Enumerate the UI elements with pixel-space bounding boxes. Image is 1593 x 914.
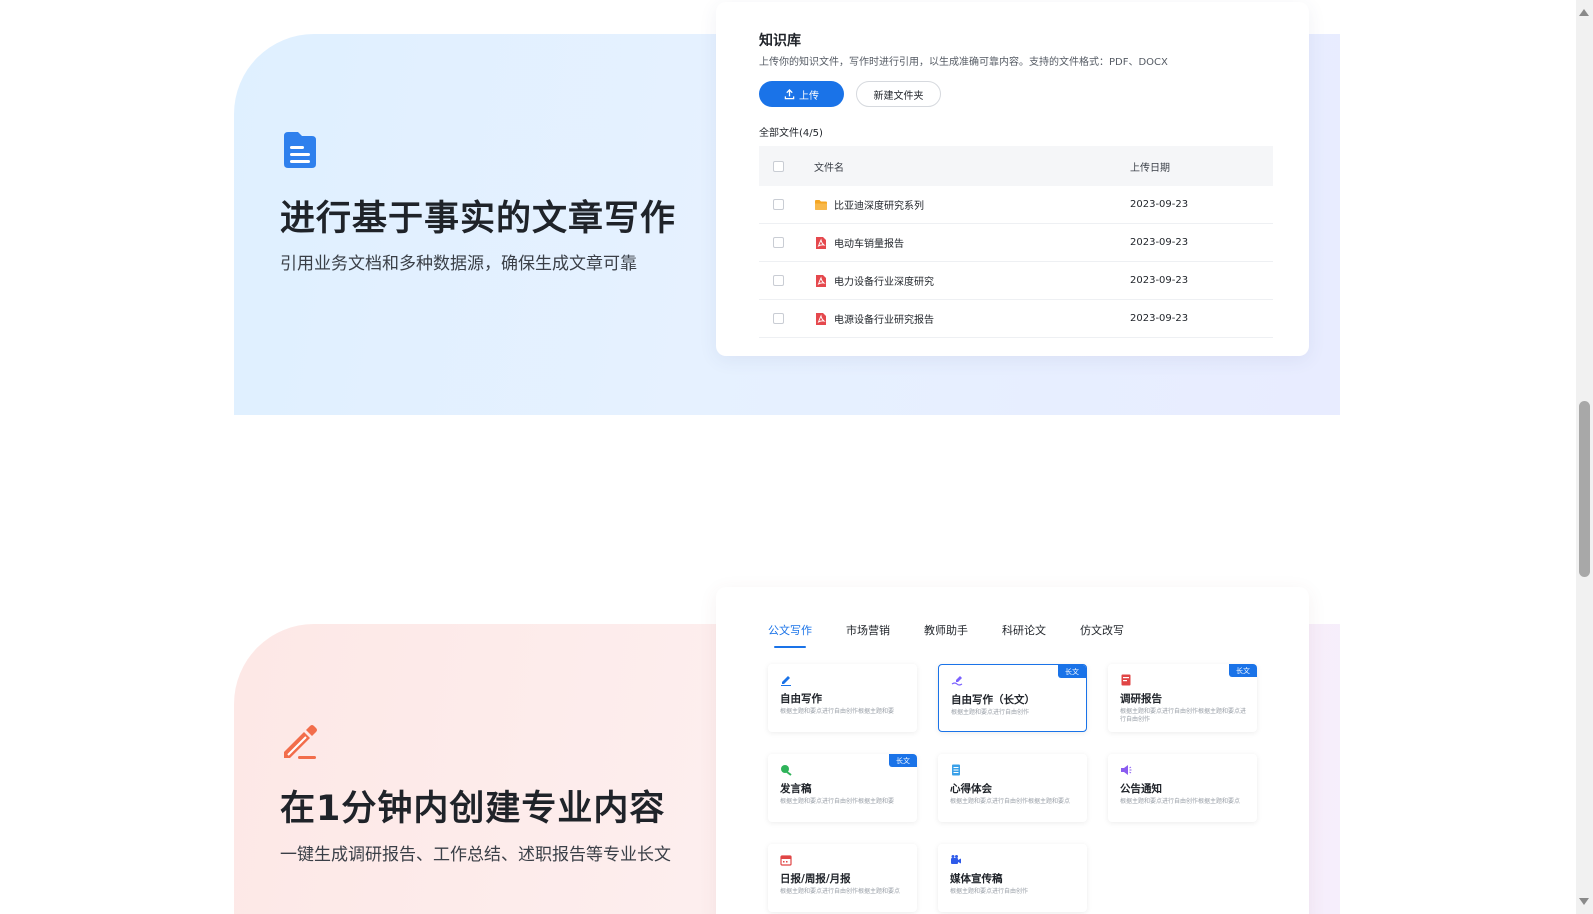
- notes-icon: [952, 764, 960, 776]
- upload-date: 2023-09-23: [1130, 199, 1189, 210]
- row-checkbox[interactable]: [773, 199, 784, 210]
- writing-templates-panel: 公文写作 市场营销 教师助手 科研论文 仿文改写 自由写作 根据主题和要点进行自…: [716, 587, 1309, 914]
- template-card-reflections[interactable]: 心得体会 根据主题和要点进行自由创作根据主题和要点: [938, 754, 1087, 822]
- template-name: 媒体宣传稿: [950, 873, 1003, 885]
- upload-date: 2023-09-23: [1130, 313, 1189, 324]
- pen-icon: [781, 676, 791, 686]
- tab-marketing[interactable]: 市场营销: [846, 622, 890, 648]
- template-card-research-report[interactable]: 调研报告 根据主题和要点进行自由创作根据主题和要点进行自由创作 长文: [1108, 664, 1257, 732]
- pdf-icon: [816, 312, 826, 325]
- template-description: 根据主题和要点进行自由创作根据主题和要点: [1120, 798, 1241, 805]
- folder-icon: [815, 199, 827, 210]
- table-row[interactable]: 电力设备行业深度研究 2023-09-23: [759, 262, 1273, 300]
- column-header-name: 文件名: [814, 162, 844, 174]
- tab-teacher-assistant[interactable]: 教师助手: [924, 622, 968, 648]
- fact-writing-title: 进行基于事实的文章写作: [280, 199, 677, 239]
- file-table: 文件名 上传日期 比亚迪深度研究系列 2023-09-23 电动车销量报告 20…: [759, 146, 1273, 338]
- pro-content-subtitle: 一键生成调研报告、工作总结、述职报告等专业长文: [280, 845, 671, 865]
- template-name: 调研报告: [1120, 693, 1162, 705]
- scrollbar-thumb[interactable]: [1579, 401, 1590, 577]
- vertical-scrollbar[interactable]: [1576, 0, 1593, 914]
- template-description: 根据主题和要点进行自由创作根据主题和要: [780, 798, 895, 805]
- template-name: 日报/周报/月报: [780, 873, 851, 885]
- row-checkbox[interactable]: [773, 275, 784, 286]
- table-row[interactable]: 电动车销量报告 2023-09-23: [759, 224, 1273, 262]
- upload-date: 2023-09-23: [1130, 237, 1189, 248]
- file-name: 比亚迪深度研究系列: [834, 201, 924, 212]
- camera-icon: [951, 855, 961, 864]
- template-name: 公告通知: [1120, 783, 1162, 795]
- template-description: 根据主题和要点进行自由创作根据主题和要: [780, 708, 895, 715]
- upload-label: 上传: [799, 90, 819, 102]
- template-name: 自由写作: [780, 693, 822, 705]
- fact-writing-subtitle: 引用业务文档和多种数据源，确保生成文章可靠: [280, 254, 637, 274]
- table-header: 文件名 上传日期: [759, 146, 1273, 186]
- template-card-daily-weekly-monthly[interactable]: 日报/周报/月报 根据主题和要点进行自由创作根据主题和要点: [768, 844, 917, 912]
- pro-content-title: 在1分钟内创建专业内容: [280, 789, 666, 829]
- template-card-announcement[interactable]: 公告通知 根据主题和要点进行自由创作根据主题和要点: [1108, 754, 1257, 822]
- tab-research-paper[interactable]: 科研论文: [1002, 622, 1046, 648]
- upload-date: 2023-09-23: [1130, 275, 1189, 286]
- file-name: 电力设备行业深度研究: [834, 277, 934, 288]
- long-write-icon: [951, 676, 963, 686]
- knowledge-base-title: 知识库: [759, 33, 801, 49]
- table-row[interactable]: 比亚迪深度研究系列 2023-09-23: [759, 186, 1273, 224]
- file-name: 电源设备行业研究报告: [834, 315, 934, 326]
- long-form-badge: 长文: [1229, 664, 1257, 677]
- report-icon: [1121, 674, 1131, 686]
- scroll-down-arrow-icon[interactable]: [1579, 898, 1589, 905]
- megaphone-icon: [1121, 765, 1132, 775]
- row-checkbox[interactable]: [773, 313, 784, 324]
- file-name: 电动车销量报告: [834, 239, 904, 250]
- calendar-icon: [780, 855, 792, 866]
- pencil-icon: [284, 725, 317, 759]
- knowledge-base-description: 上传你的知识文件，写作时进行引用，以生成准确可靠内容。支持的文件格式：PDF、D…: [759, 57, 1168, 68]
- category-tabs: 公文写作 市场营销 教师助手 科研论文 仿文改写: [768, 622, 1124, 648]
- long-form-badge: 长文: [889, 754, 917, 767]
- column-header-date: 上传日期: [1130, 162, 1170, 174]
- select-all-checkbox[interactable]: [773, 160, 784, 172]
- tab-imitation-rewrite[interactable]: 仿文改写: [1080, 622, 1124, 648]
- file-count: 全部文件(4/5): [759, 128, 823, 139]
- template-description: 根据主题和要点进行自由创作根据主题和要点: [780, 888, 901, 895]
- template-description: 根据主题和要点进行自由创作根据主题和要点: [950, 798, 1071, 805]
- row-checkbox[interactable]: [773, 237, 784, 248]
- table-row[interactable]: 电源设备行业研究报告 2023-09-23: [759, 300, 1273, 338]
- template-description: 根据主题和要点进行自由创作: [951, 709, 1030, 716]
- template-card-speech[interactable]: 发言稿 根据主题和要点进行自由创作根据主题和要 长文: [768, 754, 917, 822]
- document-icon: [284, 132, 316, 168]
- template-name: 发言稿: [780, 783, 812, 795]
- tab-official-writing[interactable]: 公文写作: [768, 622, 812, 648]
- new-folder-button[interactable]: 新建文件夹: [856, 81, 941, 107]
- template-card-free-writing[interactable]: 自由写作 根据主题和要点进行自由创作根据主题和要: [768, 664, 917, 732]
- template-name: 心得体会: [950, 783, 992, 795]
- template-description: 根据主题和要点进行自由创作: [950, 888, 1029, 895]
- template-card-media-press[interactable]: 媒体宣传稿 根据主题和要点进行自由创作: [938, 844, 1087, 912]
- upload-icon: [784, 88, 795, 99]
- pdf-icon: [816, 274, 826, 287]
- scroll-up-arrow-icon[interactable]: [1579, 9, 1589, 16]
- speech-icon: [781, 765, 792, 776]
- long-form-badge: 长文: [1058, 665, 1086, 678]
- template-name: 自由写作（长文）: [951, 694, 1035, 706]
- pdf-icon: [816, 236, 826, 249]
- upload-button[interactable]: 上传: [759, 81, 844, 107]
- template-description: 根据主题和要点进行自由创作根据主题和要点进行自由创作: [1120, 708, 1247, 723]
- knowledge-base-panel: 知识库 上传你的知识文件，写作时进行引用，以生成准确可靠内容。支持的文件格式：P…: [716, 2, 1309, 356]
- template-card-free-writing-long[interactable]: 自由写作（长文） 根据主题和要点进行自由创作 长文: [938, 664, 1087, 732]
